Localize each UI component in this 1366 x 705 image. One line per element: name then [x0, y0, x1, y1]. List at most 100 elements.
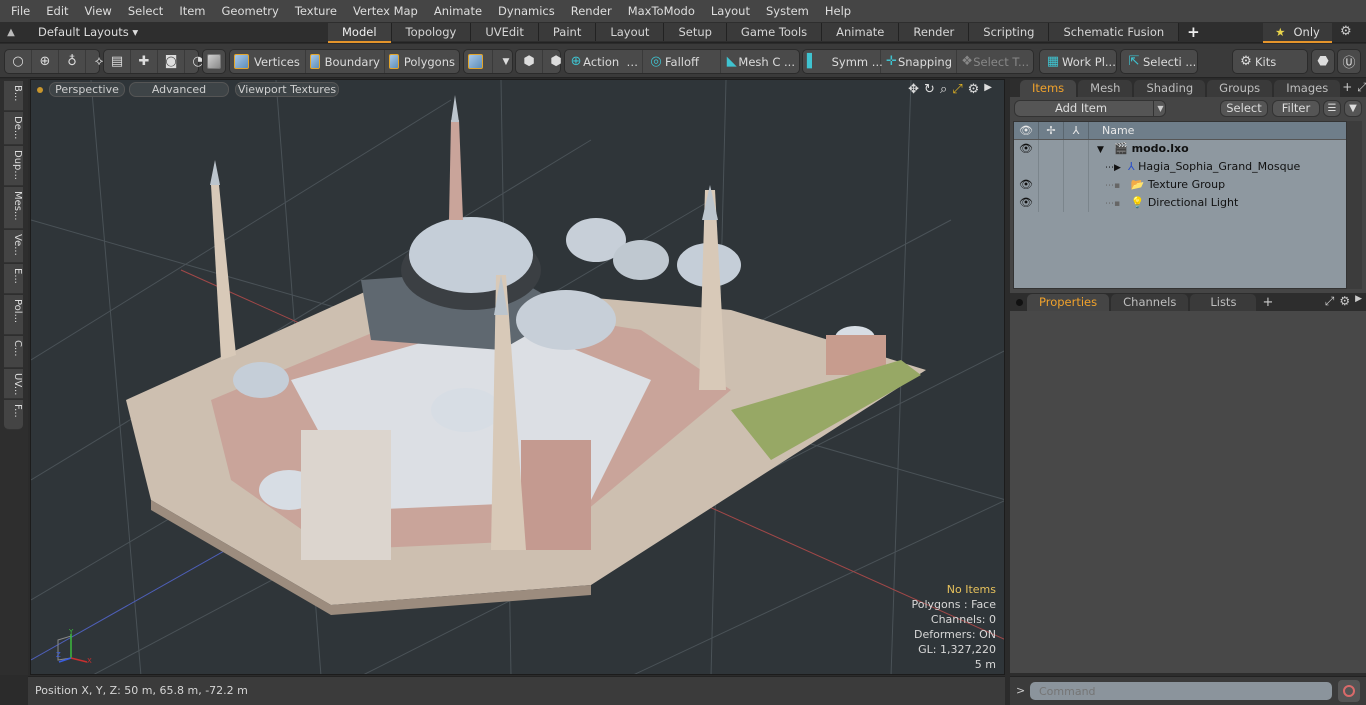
add-item-button[interactable]: Add Item ▼: [1014, 100, 1166, 117]
tree-row[interactable]: 👁 ⋯▪ 💡 Directional Light: [1014, 194, 1346, 212]
select-through-button[interactable]: ❖ Select T...: [957, 50, 1033, 73]
tool-tab-basic[interactable]: B...: [4, 81, 23, 111]
tool-tab-vertex[interactable]: Ve...: [4, 230, 23, 263]
boundary-button[interactable]: Boundary: [306, 50, 385, 73]
tree-row[interactable]: ⋯▶ ⅄ Hagia_Sophia_Grand_Mosque: [1014, 158, 1346, 176]
tree-row[interactable]: 👁 ▼ 🎬 modo.lxo: [1014, 140, 1346, 158]
tab-uvedit[interactable]: UVEdit: [471, 23, 539, 41]
globe-tool[interactable]: ⊕: [32, 50, 59, 73]
tool-tab-curve[interactable]: C...: [4, 336, 23, 368]
gear-icon[interactable]: ⚙: [1340, 24, 1352, 39]
unwrap-tool[interactable]: ✚: [131, 50, 158, 73]
item-mode[interactable]: [202, 49, 226, 74]
action-button[interactable]: ⊕ Action …: [565, 50, 643, 73]
list-options-icon[interactable]: ☰: [1323, 100, 1341, 117]
zoom-icon[interactable]: ⌕: [940, 82, 947, 97]
tab-game-tools[interactable]: Game Tools: [726, 23, 823, 41]
name-column-header[interactable]: Name: [1089, 122, 1134, 139]
gear-icon[interactable]: ⚙: [968, 82, 980, 97]
select-button[interactable]: Select: [1220, 100, 1268, 117]
tool-tab-uv[interactable]: UV...: [4, 369, 23, 399]
selection-sets-button[interactable]: ⇱ Selecti ...: [1121, 50, 1200, 73]
tree-scrollbar[interactable]: [1347, 121, 1362, 289]
menu-edit[interactable]: Edit: [38, 0, 76, 22]
falloff-button[interactable]: ◎ Falloff: [643, 50, 721, 73]
polygons-button[interactable]: Polygons: [385, 50, 459, 73]
panel-dot-icon[interactable]: [1016, 299, 1023, 306]
kits-button[interactable]: ⚙ Kits: [1233, 50, 1280, 73]
advanced-button[interactable]: Advanced: [129, 82, 229, 97]
tab-layout[interactable]: Layout: [596, 23, 665, 41]
menu-view[interactable]: View: [77, 0, 120, 22]
symmetry-button[interactable]: ▌ Symm ...: [803, 50, 883, 73]
tool-tab-edge[interactable]: E...: [4, 264, 23, 294]
add-tab-icon[interactable]: +: [1342, 80, 1352, 95]
tab-groups[interactable]: Groups: [1207, 80, 1273, 97]
axis-mode-1[interactable]: ⬢: [516, 50, 543, 73]
menu-vertex-map[interactable]: Vertex Map: [345, 0, 426, 22]
command-input[interactable]: [1030, 682, 1332, 700]
add-tab-icon[interactable]: +: [1179, 23, 1208, 41]
menu-maxtomodo[interactable]: MaxToModo: [620, 0, 703, 22]
tool-tab-fusion[interactable]: F...: [4, 400, 23, 430]
eye-icon[interactable]: 👁: [1014, 194, 1039, 212]
menu-dynamics[interactable]: Dynamics: [490, 0, 563, 22]
work-plane-button[interactable]: ▦ Work Pl...: [1040, 50, 1120, 73]
tab-model[interactable]: Model: [328, 23, 392, 43]
tool-tab-deform[interactable]: De...: [4, 112, 23, 145]
unity-button[interactable]: ⬣: [1311, 49, 1335, 74]
menu-layout[interactable]: Layout: [703, 0, 758, 22]
tab-images[interactable]: Images: [1274, 80, 1341, 97]
tab-setup[interactable]: Setup: [664, 23, 727, 41]
tab-topology[interactable]: Topology: [391, 23, 472, 41]
maximize-icon[interactable]: ⤢: [952, 82, 962, 97]
layout-select[interactable]: Default Layouts ▾: [22, 25, 328, 39]
tab-properties[interactable]: Properties: [1027, 294, 1110, 311]
perspective-button[interactable]: Perspective: [49, 82, 125, 97]
eye-icon[interactable]: 👁: [1014, 176, 1039, 194]
lock-column-icon[interactable]: ✢: [1039, 122, 1064, 139]
3d-viewport[interactable]: Perspective Advanced Viewport Textures ✥…: [30, 79, 1005, 675]
viewport-status-dot[interactable]: [37, 87, 43, 93]
menu-texture[interactable]: Texture: [287, 0, 345, 22]
tab-lists[interactable]: Lists: [1190, 294, 1257, 311]
menu-geometry[interactable]: Geometry: [214, 0, 287, 22]
record-macro-button[interactable]: [1338, 680, 1360, 702]
viewport-textures-button[interactable]: Viewport Textures: [235, 82, 339, 97]
maximize-icon[interactable]: ⤢: [1325, 294, 1335, 309]
expand-arrow-icon[interactable]: ▶: [984, 82, 992, 97]
menu-file[interactable]: File: [0, 0, 38, 22]
pen-tool[interactable]: ♁: [59, 50, 86, 73]
snapping-button[interactable]: ✛ Snapping: [881, 50, 957, 73]
tab-paint[interactable]: Paint: [538, 23, 597, 41]
tool-tab-polygon[interactable]: Pol...: [4, 295, 23, 335]
menu-help[interactable]: Help: [817, 0, 859, 22]
tool-tab-duplicate[interactable]: Dup...: [4, 146, 23, 186]
vertices-button[interactable]: Vertices: [230, 50, 306, 73]
tab-animate[interactable]: Animate: [822, 23, 900, 41]
dropdown-arrow-icon[interactable]: ▼: [1153, 101, 1167, 116]
move-icon[interactable]: ✥: [908, 82, 919, 97]
visibility-column-icon[interactable]: 👁: [1014, 122, 1039, 139]
expand-arrow-icon[interactable]: ⋯▶: [1105, 163, 1121, 173]
collapse-up-icon[interactable]: ▲: [0, 27, 22, 38]
menu-animate[interactable]: Animate: [426, 0, 490, 22]
menu-system[interactable]: System: [758, 0, 817, 22]
eye-icon[interactable]: 👁: [1014, 140, 1039, 158]
tab-shading[interactable]: Shading: [1134, 80, 1206, 97]
eye-icon-hidden[interactable]: [1014, 158, 1039, 176]
filter-button[interactable]: Filter: [1272, 100, 1320, 117]
menu-item[interactable]: Item: [171, 0, 213, 22]
tab-mesh[interactable]: Mesh ...: [1078, 80, 1133, 112]
tree-row[interactable]: 👁 ⋯▪ 📂 Texture Group: [1014, 176, 1346, 194]
axis-column-icon[interactable]: ⅄: [1064, 122, 1089, 139]
tab-schematic-fusion[interactable]: Schematic Fusion: [1049, 23, 1180, 41]
tab-items[interactable]: Items: [1020, 80, 1077, 97]
menu-select[interactable]: Select: [120, 0, 171, 22]
menu-render[interactable]: Render: [563, 0, 620, 22]
collapse-arrow-icon[interactable]: ▼: [1097, 145, 1104, 155]
sphere-tool[interactable]: ○: [5, 50, 32, 73]
add-tab-icon[interactable]: +: [1262, 295, 1273, 310]
funnel-icon[interactable]: ▼: [1344, 100, 1362, 117]
maximize-icon[interactable]: ⤢: [1357, 80, 1366, 95]
